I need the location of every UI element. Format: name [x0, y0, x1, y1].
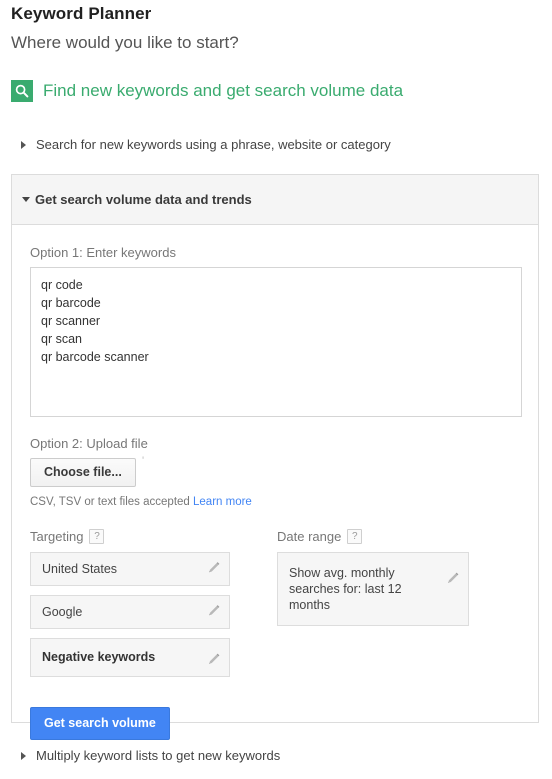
section-toggle-search-new-keywords[interactable]: Search for new keywords using a phrase, …: [21, 137, 391, 152]
section-toggle-multiply-keyword-lists[interactable]: Multiply keyword lists to get new keywor…: [21, 748, 280, 763]
file-hint: CSV, TSV or text files accepted Learn mo…: [30, 496, 520, 508]
get-search-volume-panel: Get search volume data and trends Option…: [11, 174, 539, 740]
keywords-input[interactable]: qr code qr barcode qr scanner qr scan qr…: [30, 267, 522, 417]
targeting-negative-keywords-chip[interactable]: Negative keywords: [30, 638, 230, 677]
choose-file-button[interactable]: Choose file...: [30, 458, 136, 487]
keyword-line: qr barcode scanner: [41, 350, 149, 364]
page-title: Keyword Planner: [11, 4, 152, 23]
page-subtitle: Where would you like to start?: [11, 33, 239, 52]
section-label-search-new-keywords: Search for new keywords using a phrase, …: [36, 137, 391, 152]
date-range-column: Date range ? Show avg. monthly searches …: [277, 529, 477, 686]
targeting-label-row: Targeting ?: [30, 529, 252, 544]
search-icon: [11, 80, 33, 102]
pencil-icon[interactable]: [207, 604, 221, 621]
targeting-network-chip[interactable]: Google: [30, 595, 230, 629]
file-hint-text: CSV, TSV or text files accepted: [30, 496, 190, 508]
option2-label: Option 2: Upload file: [30, 436, 148, 451]
pencil-icon[interactable]: [207, 561, 221, 578]
option1-label: Option 1: Enter keywords: [30, 245, 176, 260]
section-toggle-get-search-volume[interactable]: Get search volume data and trends: [12, 175, 538, 225]
find-new-keywords-label: Find new keywords and get search volume …: [43, 81, 404, 100]
keyword-line: qr scan: [41, 332, 82, 346]
keyword-planner-page: Keyword Planner Where would you like to …: [0, 0, 552, 779]
date-range-help-icon[interactable]: ?: [347, 529, 363, 544]
targeting-column: Targeting ? United States Google Negativ…: [30, 529, 252, 686]
file-input-artifact: ': [142, 455, 145, 467]
section-label-get-search-volume: Get search volume data and trends: [35, 192, 252, 207]
targeting-label: Targeting: [30, 529, 84, 544]
targeting-location-chip[interactable]: United States: [30, 552, 230, 586]
pencil-icon[interactable]: [207, 652, 221, 669]
chevron-down-icon: [22, 197, 30, 202]
targeting-negative-keywords-value: Negative keywords: [42, 650, 156, 664]
targeting-daterange-row: Targeting ? United States Google Negativ…: [30, 529, 520, 686]
date-range-label: Date range: [277, 529, 342, 544]
keyword-line: qr code: [41, 278, 83, 292]
get-search-volume-button[interactable]: Get search volume: [30, 707, 170, 740]
targeting-network-value: Google: [42, 605, 83, 619]
learn-more-link[interactable]: Learn more: [193, 496, 252, 508]
targeting-location-value: United States: [42, 562, 118, 576]
option2-group: Option 2: Upload file Choose file... ' C…: [30, 436, 520, 508]
chevron-right-icon: [21, 748, 33, 763]
targeting-help-icon[interactable]: ?: [89, 529, 105, 544]
date-range-chip[interactable]: Show avg. monthly searches for: last 12 …: [277, 552, 469, 626]
date-range-value: Show avg. monthly searches for: last 12 …: [289, 566, 402, 612]
panel-body: Option 1: Enter keywords qr code qr barc…: [12, 225, 538, 740]
section-label-multiply-keyword-lists: Multiply keyword lists to get new keywor…: [36, 748, 281, 763]
pencil-icon[interactable]: [446, 571, 460, 589]
submit-row: Get search volume: [30, 707, 520, 740]
keyword-line: qr scanner: [41, 314, 101, 328]
chevron-right-icon: [21, 137, 33, 152]
find-new-keywords-heading[interactable]: Find new keywords and get search volume …: [11, 80, 403, 102]
keyword-line: qr barcode: [41, 296, 101, 310]
date-range-label-row: Date range ?: [277, 529, 477, 544]
